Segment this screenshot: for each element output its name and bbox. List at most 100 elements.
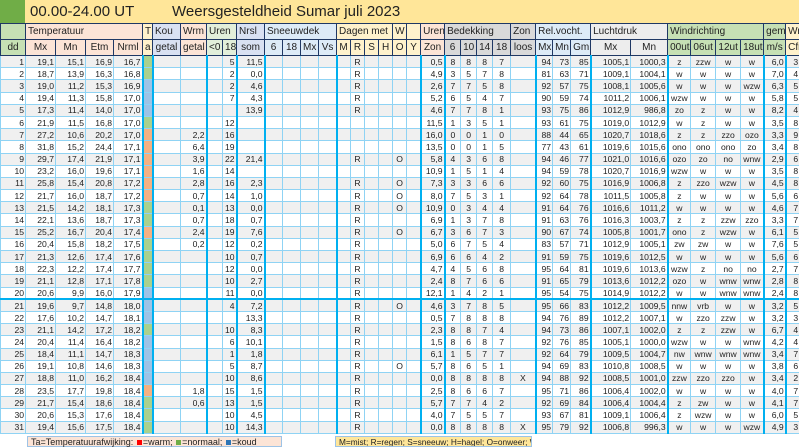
temperature-deviation-cell xyxy=(143,397,153,409)
cell-uren xyxy=(207,92,223,104)
cell-dd: 3 xyxy=(1,80,26,92)
cell-rel-vocht: 71 xyxy=(571,238,591,250)
cell-temperatuur: 11,3 xyxy=(56,92,86,104)
cell-rel-vocht: 77 xyxy=(536,141,553,153)
cell-wrm xyxy=(181,251,207,263)
cell-wrm xyxy=(181,104,207,116)
column-header-windrichting: 18ut xyxy=(741,40,764,56)
cell-gem: 2,9 xyxy=(764,153,786,165)
cell-wr: 9 xyxy=(786,129,799,141)
cell-windrichting: zo xyxy=(741,141,764,153)
cell-luchtdruk: 1010,8 xyxy=(591,360,631,372)
table-row: 2420,411,416,418,2610,1R1,58687927685100… xyxy=(1,336,799,348)
cell-luchtdruk: 1016,3 xyxy=(591,214,631,226)
header-group-kou: Kou xyxy=(153,24,181,40)
table-row: 2119,69,714,818,047,2RO4,637859566831012… xyxy=(1,299,799,311)
cell-rel-vocht: 90 xyxy=(536,92,553,104)
cell-sneeuwdek xyxy=(265,372,283,384)
cell-sneeuwdek xyxy=(301,409,319,421)
header-group-windrichting: Windrichting xyxy=(668,24,764,40)
cell-bedekking: 5 xyxy=(477,80,493,92)
cell-nrsl: 13,3 xyxy=(237,311,265,323)
cell-bedekking: 1 xyxy=(493,116,511,128)
cell-temperatuur: 21,1 xyxy=(26,275,56,287)
cell-temperatuur: 23,5 xyxy=(26,385,56,397)
cell-dd: 16 xyxy=(1,238,26,250)
cell-dagen-met: R xyxy=(351,397,365,409)
cell-bedekking: 4 xyxy=(493,238,511,250)
cell-bedekking: 3 xyxy=(445,177,461,189)
table-row: 831,815,224,417,16,41913,500157743611019… xyxy=(1,141,799,153)
cell-uren: 2 xyxy=(223,80,237,92)
cell-rel-vocht: 65 xyxy=(553,275,571,287)
cell-windrichting: w xyxy=(741,104,764,116)
cell-windrichting: zw xyxy=(668,238,691,250)
cell-dagen-met xyxy=(379,251,393,263)
cell-gem: 3,5 xyxy=(764,116,786,128)
cell-dagen-met: R xyxy=(351,311,365,323)
cell-luchtdruk: 1002,0 xyxy=(631,324,668,336)
cell-kou xyxy=(153,263,181,275)
cell-windrichting: w xyxy=(741,324,764,336)
cell-rel-vocht: 92 xyxy=(571,421,591,433)
cell-luchtdruk: 1015,6 xyxy=(631,141,668,153)
cell-dagen-met xyxy=(337,104,351,116)
cell-sneeuwdek xyxy=(301,165,319,177)
cell-w xyxy=(393,324,407,336)
table-row: 621,911,516,817,01211,513519361751019,01… xyxy=(1,116,799,128)
cell-temperatuur: 16,8 xyxy=(114,68,143,80)
header-group-bedekking: Bedekking xyxy=(445,24,511,40)
cell-temperatuur: 18,7 xyxy=(86,214,114,226)
cell-windrichting: w xyxy=(716,385,741,397)
cell-luchtdruk: 1016,9 xyxy=(631,165,668,177)
cell-dd: 11 xyxy=(1,177,26,189)
cell-luchtdruk: 1012,2 xyxy=(591,299,631,311)
cell-sneeuwdek xyxy=(301,177,319,189)
cell-sneeuwdek xyxy=(301,385,319,397)
temperature-deviation-cell xyxy=(143,299,153,311)
cell-windrichting: z xyxy=(668,397,691,409)
cell-temperatuur: 29,7 xyxy=(26,153,56,165)
cell-luchtdruk: 996,3 xyxy=(631,421,668,433)
cell-nrsl: 4,3 xyxy=(237,92,265,104)
cell-zon-loos xyxy=(511,324,536,336)
cell-rel-vocht: 75 xyxy=(553,104,571,116)
cell-kou xyxy=(153,80,181,92)
cell-gem: 5,6 xyxy=(764,251,786,263)
cell-nrsl xyxy=(237,141,265,153)
cell-rel-vocht: 71 xyxy=(553,385,571,397)
cell-dagen-met xyxy=(365,116,379,128)
cell-kou xyxy=(153,421,181,433)
cell-wrm xyxy=(181,287,207,299)
cell-dagen-met xyxy=(365,263,379,275)
cell-temperatuur: 21,7 xyxy=(26,190,56,202)
cell-bedekking: 8 xyxy=(477,336,493,348)
cell-luchtdruk: 1011,5 xyxy=(591,190,631,202)
cell-windrichting: wzw xyxy=(716,226,741,238)
cell-windrichting: wnw xyxy=(716,348,741,360)
cell-y xyxy=(407,56,421,68)
cell-dagen-met xyxy=(365,190,379,202)
cell-luchtdruk: 1001,0 xyxy=(631,372,668,384)
cell-temperatuur: 19,4 xyxy=(26,421,56,433)
cell-temperatuur: 20,6 xyxy=(26,409,56,421)
cell-temperatuur: 17,0 xyxy=(114,92,143,104)
cell-luchtdruk: 1021,0 xyxy=(591,153,631,165)
cell-sneeuwdek xyxy=(301,421,319,433)
cell-windrichting: wzw xyxy=(741,421,764,433)
cell-sneeuwdek xyxy=(319,372,337,384)
cell-y xyxy=(407,214,421,226)
cell-gem: 6,7 xyxy=(764,324,786,336)
sheet-title: Weersgesteldheid Sumar juli 2023 xyxy=(172,3,400,20)
cell-kou xyxy=(153,190,181,202)
cell-luchtdruk: 1013,6 xyxy=(591,275,631,287)
column-header-temperatuur: Mx xyxy=(26,40,56,56)
cell-sneeuwdek xyxy=(265,165,283,177)
cell-sneeuwdek xyxy=(265,409,283,421)
cell-bedekking: 5 xyxy=(461,263,477,275)
cell-temperatuur: 16,9 xyxy=(114,80,143,92)
cell-sneeuwdek xyxy=(265,141,283,153)
cell-uren xyxy=(207,56,223,68)
cell-uren: 18 xyxy=(223,214,237,226)
cell-w xyxy=(393,275,407,287)
